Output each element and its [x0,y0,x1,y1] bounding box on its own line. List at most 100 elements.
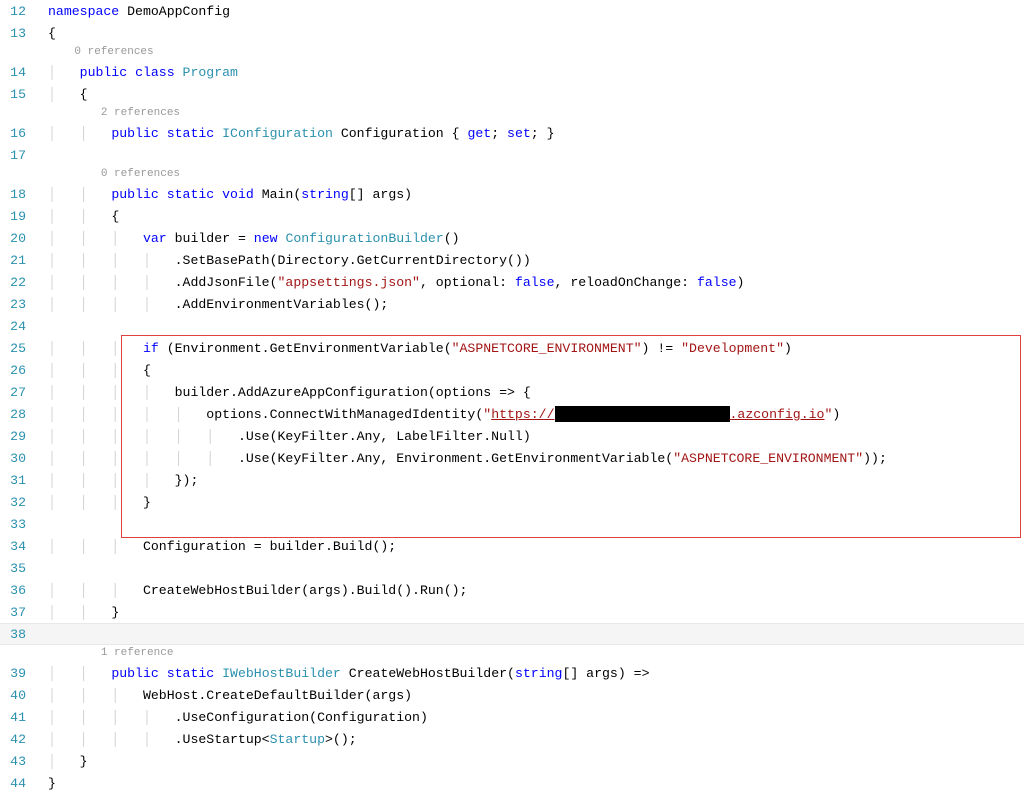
method-call: .SetBasePath(Directory.GetCurrentDirecto… [175,253,531,268]
punct: >(); [325,732,357,747]
punct: ; [491,126,507,141]
property-decl: Configuration { [333,126,468,141]
expr: (Environment.GetEnvironmentVariable( [159,341,452,356]
punct: () [444,231,460,246]
keyword-string: string [515,666,562,681]
line-number: 38 [0,627,48,642]
code-line[interactable]: 17 [0,144,1024,166]
code-line[interactable]: 28 │ │ │ │ │ options.ConnectWithManagedI… [0,403,1024,425]
line-number: 28 [0,407,48,422]
code-line[interactable]: 19 │ │ { [0,205,1024,227]
code-line[interactable]: 15 │ { [0,83,1024,105]
keyword-public: public [111,187,158,202]
class-name: Program [175,65,238,80]
code-line[interactable]: 20 │ │ │ var builder = new Configuration… [0,227,1024,249]
codelens[interactable]: 0 references [0,166,1024,183]
params: [] args) [349,187,412,202]
punct: ) [737,275,745,290]
code-line[interactable]: 44 } [0,772,1024,794]
keyword-public: public [80,65,127,80]
code-line[interactable]: 12 namespace DemoAppConfig [0,0,1024,22]
code-line[interactable]: 32 │ │ │ } [0,491,1024,513]
code-line[interactable]: 25 │ │ │ if (Environment.GetEnvironmentV… [0,337,1024,359]
code-line[interactable]: 14 │ public class Program [0,61,1024,83]
keyword-false: false [515,275,555,290]
code-line[interactable]: 30 │ │ │ │ │ │ .Use(KeyFilter.Any, Envir… [0,447,1024,469]
method-call: .Use(KeyFilter.Any, Environment.GetEnvir… [238,451,673,466]
string-literal: "appsettings.json" [278,275,420,290]
brace: } [143,495,151,510]
type-name: IWebHostBuilder [222,666,341,681]
punct: ) != [642,341,682,356]
code-line[interactable]: 21 │ │ │ │ .SetBasePath(Directory.GetCur… [0,249,1024,271]
codelens-text[interactable]: 1 reference [101,647,174,659]
method-name: Main( [254,187,301,202]
code-line[interactable]: 36 │ │ │ CreateWebHostBuilder(args).Buil… [0,579,1024,601]
keyword-static: static [167,666,214,681]
keyword-string: string [301,187,348,202]
line-number: 25 [0,341,48,356]
brace: { [111,209,119,224]
line-number: 36 [0,583,48,598]
code-line[interactable]: 42 │ │ │ │ .UseStartup<Startup>(); [0,728,1024,750]
method-call: .AddEnvironmentVariables(); [175,297,389,312]
keyword-public: public [111,666,158,681]
codelens[interactable]: 0 references [0,44,1024,61]
brace: } [48,776,56,791]
line-number: 39 [0,666,48,681]
punct: )); [863,451,887,466]
method-call: builder.AddAzureAppConfiguration(options… [175,385,531,400]
code-line[interactable]: 31 │ │ │ │ }); [0,469,1024,491]
codelens-text[interactable]: 0 references [74,46,153,58]
code-line[interactable]: 41 │ │ │ │ .UseConfiguration(Configurati… [0,706,1024,728]
url-part: https:// [491,407,554,422]
method-call: .Use(KeyFilter.Any, LabelFilter.Null) [238,429,531,444]
codelens[interactable]: 1 reference [0,645,1024,662]
url-part: .azconfig.io [730,407,825,422]
keyword-if: if [143,341,159,356]
keyword-static: static [167,126,214,141]
line-number: 40 [0,688,48,703]
code-line[interactable]: 34 │ │ │ Configuration = builder.Build()… [0,535,1024,557]
line-number: 27 [0,385,48,400]
codelens-text[interactable]: 2 references [101,107,180,119]
code-line[interactable]: 43 │ } [0,750,1024,772]
code-line[interactable]: 23 │ │ │ │ .AddEnvironmentVariables(); [0,293,1024,315]
method-call: WebHost.CreateDefaultBuilder(args) [143,688,412,703]
code-line[interactable]: 26 │ │ │ { [0,359,1024,381]
line-number: 43 [0,754,48,769]
brace: } [111,605,119,620]
line-number: 12 [0,4,48,19]
code-line[interactable]: 35 [0,557,1024,579]
line-number: 15 [0,87,48,102]
line-number: 18 [0,187,48,202]
codelens-text[interactable]: 0 references [101,168,180,180]
line-number: 32 [0,495,48,510]
line-number: 41 [0,710,48,725]
code-line[interactable]: 13 { [0,22,1024,44]
code-line[interactable]: 16 │ │ public static IConfiguration Conf… [0,122,1024,144]
code-line[interactable]: 22 │ │ │ │ .AddJsonFile("appsettings.jso… [0,271,1024,293]
statement: CreateWebHostBuilder(args).Build().Run()… [143,583,467,598]
code-line[interactable]: 24 [0,315,1024,337]
line-number: 31 [0,473,48,488]
code-line[interactable]: 39 │ │ public static IWebHostBuilder Cre… [0,662,1024,684]
keyword-set: set [507,126,531,141]
code-line[interactable]: 27 │ │ │ │ builder.AddAzureAppConfigurat… [0,381,1024,403]
code-line[interactable]: 29 │ │ │ │ │ │ .Use(KeyFilter.Any, Label… [0,425,1024,447]
code-line[interactable]: 33 [0,513,1024,535]
method-name: CreateWebHostBuilder( [341,666,515,681]
code-line-current[interactable]: 38 [0,623,1024,645]
namespace-name: DemoAppConfig [119,4,230,19]
method-call: .UseStartup< [175,732,270,747]
code-line[interactable]: 40 │ │ │ WebHost.CreateDefaultBuilder(ar… [0,684,1024,706]
keyword-get: get [467,126,491,141]
codelens[interactable]: 2 references [0,105,1024,122]
string-literal: "Development" [681,341,784,356]
line-number: 24 [0,319,48,334]
line-number: 20 [0,231,48,246]
code-line[interactable]: 18 │ │ public static void Main(string[] … [0,183,1024,205]
keyword-false: false [697,275,737,290]
code-editor[interactable]: 12 namespace DemoAppConfig 13 { 0 refere… [0,0,1024,794]
code-line[interactable]: 37 │ │ } [0,601,1024,623]
